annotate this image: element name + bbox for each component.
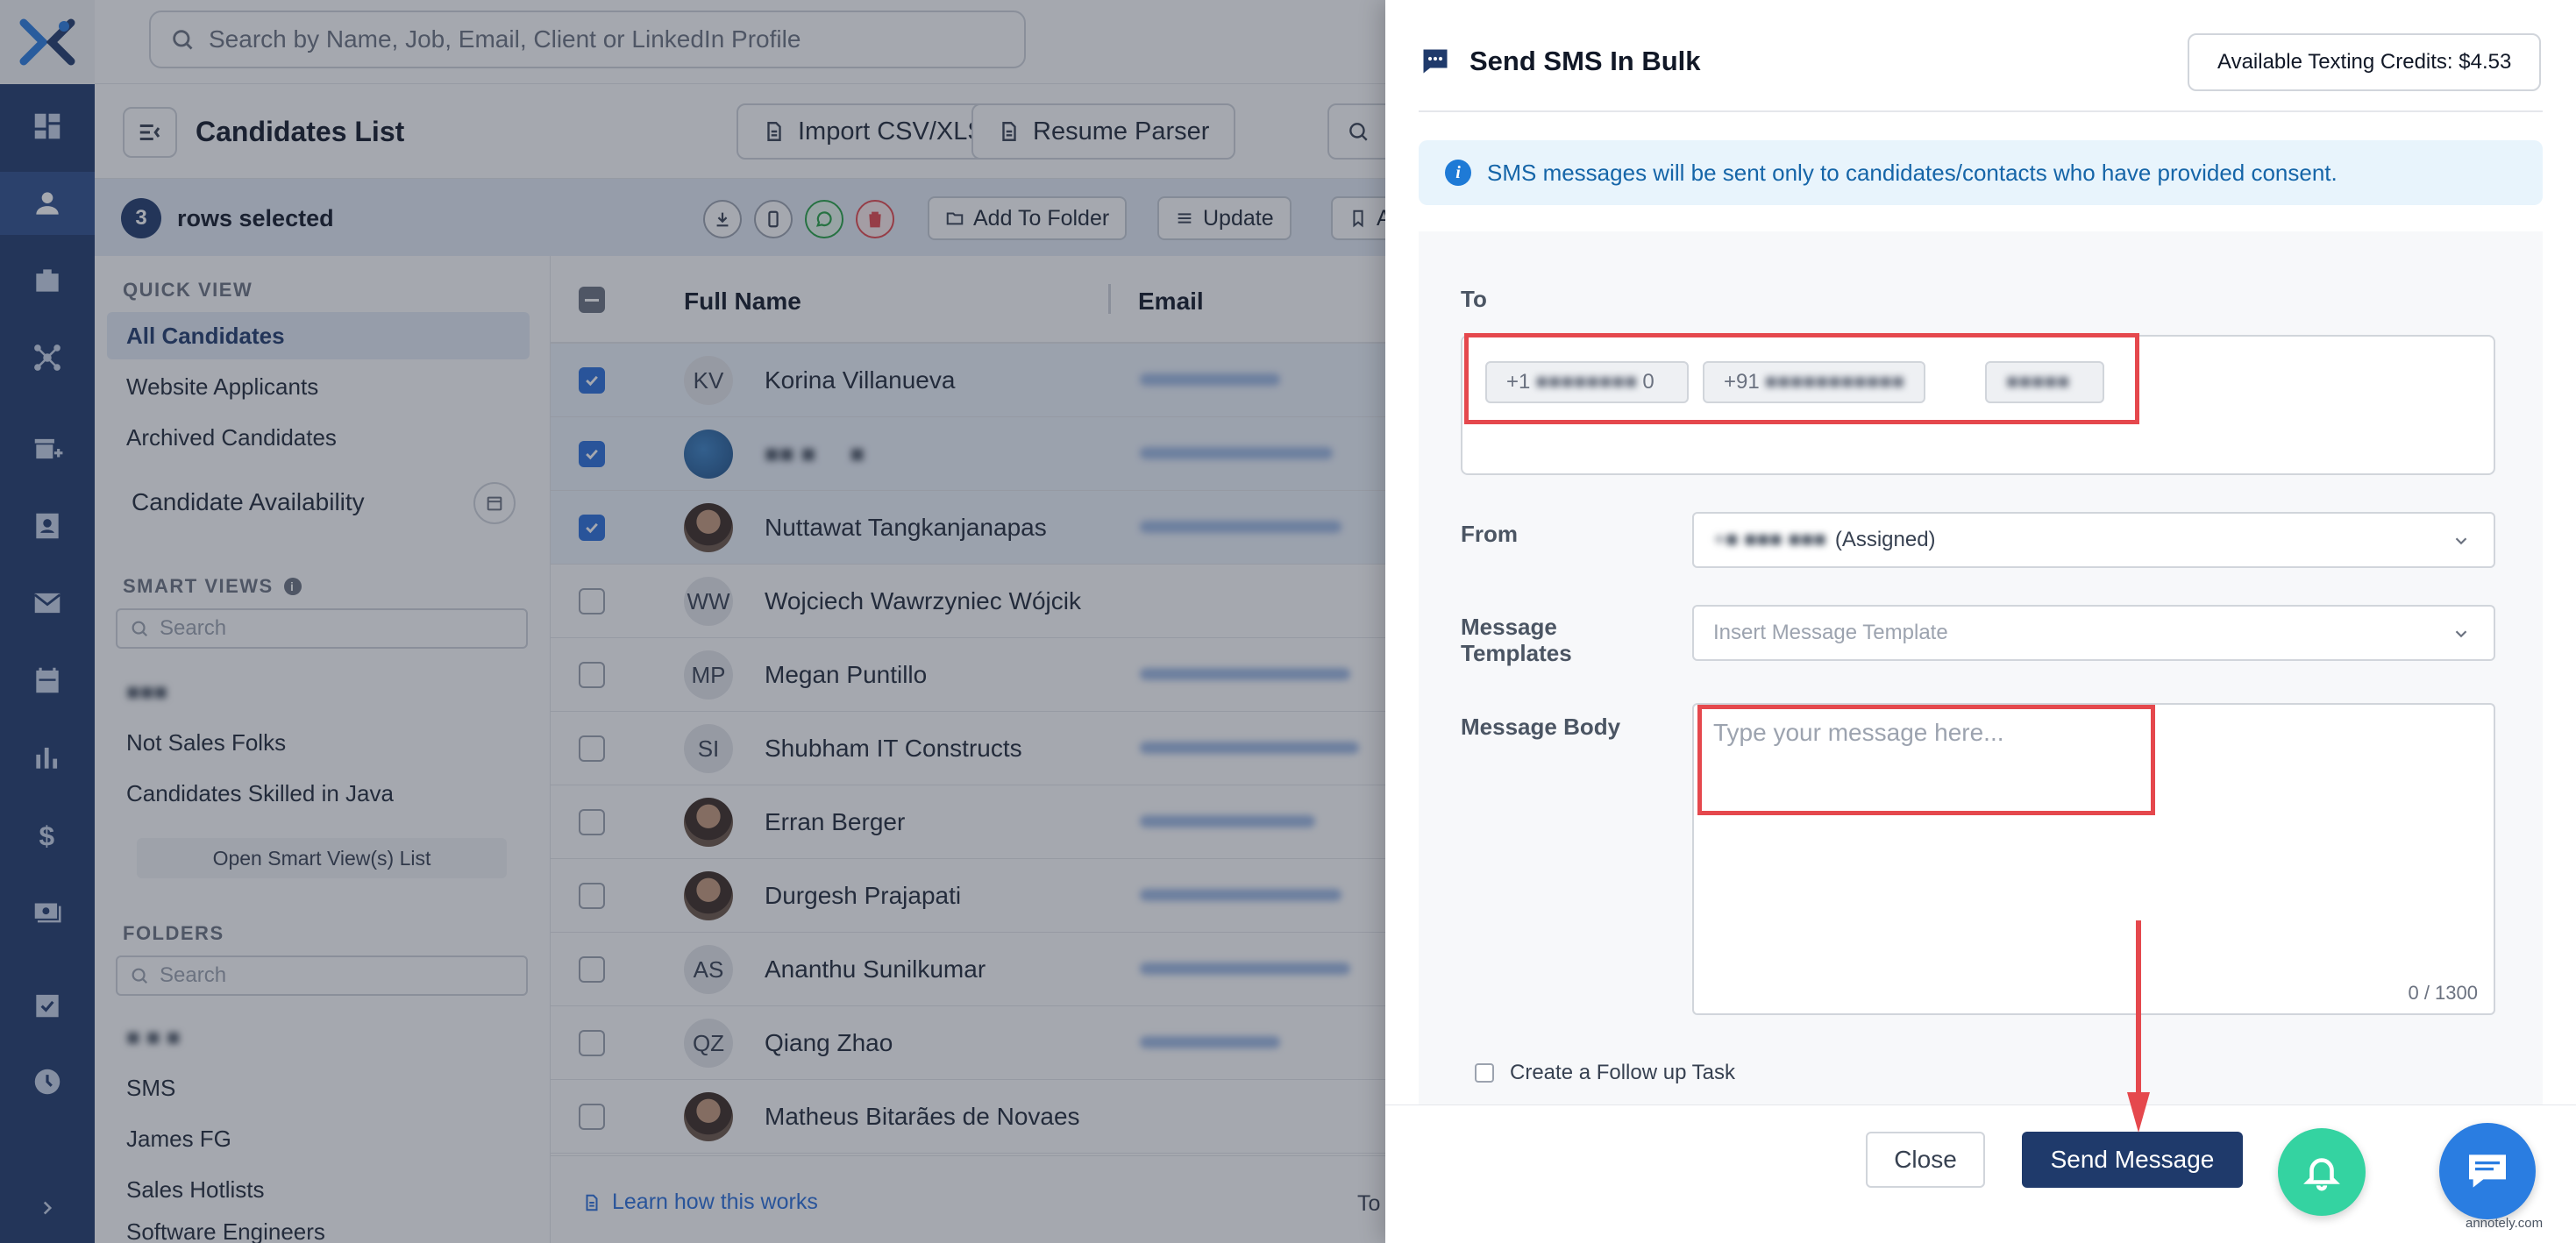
- header-divider: [1419, 110, 2543, 112]
- support-chat-button[interactable]: [2439, 1123, 2536, 1219]
- chevron-down-icon: [2451, 624, 2471, 643]
- message-body-label: Message Body: [1461, 714, 1621, 740]
- send-message-button[interactable]: Send Message: [2022, 1132, 2243, 1188]
- to-label: To: [1461, 286, 1487, 312]
- chat-bubble-icon: [2469, 1154, 2506, 1188]
- notifications-button[interactable]: [2278, 1128, 2366, 1216]
- texting-credits-badge[interactable]: Available Texting Credits: $4.53: [2188, 33, 2542, 91]
- follow-up-checkbox[interactable]: Create a Follow up Task: [1475, 1061, 1735, 1085]
- consent-notice: i SMS messages will be sent only to cand…: [1419, 140, 2543, 205]
- panel-title: Send SMS In Bulk: [1469, 46, 1701, 76]
- templates-label: Message Templates: [1461, 614, 1572, 666]
- modal-backdrop[interactable]: [0, 0, 1385, 1243]
- consent-notice-text: SMS messages will be sent only to candid…: [1487, 159, 2338, 186]
- info-icon: i: [1445, 160, 1471, 186]
- annotation-arrow-icon: [2127, 920, 2150, 1133]
- send-sms-panel: Send SMS In Bulk Available Texting Credi…: [1385, 0, 2576, 1243]
- from-label: From: [1461, 521, 1518, 547]
- from-select-value: (Assigned): [1834, 528, 1936, 551]
- close-button[interactable]: Close: [1866, 1132, 1985, 1188]
- chat-icon: [1423, 49, 1448, 74]
- checkbox-box[interactable]: [1475, 1063, 1494, 1083]
- template-select[interactable]: Insert Message Template: [1692, 605, 2495, 661]
- chevron-down-icon: [2451, 531, 2471, 550]
- annotation-highlight-recipients: [1464, 333, 2139, 424]
- redacted-number: +■ ■■■ ■■■: [1713, 528, 1826, 551]
- character-count: 0 / 1300: [2408, 982, 2478, 1004]
- template-select-placeholder: Insert Message Template: [1713, 621, 1948, 644]
- from-select[interactable]: +■ ■■■ ■■■ (Assigned): [1692, 512, 2495, 568]
- annotation-highlight-message-body: [1697, 705, 2155, 815]
- bell-icon: [2303, 1158, 2340, 1191]
- panel-header: Send SMS In Bulk: [1419, 46, 1701, 77]
- watermark: annotely.com: [2466, 1216, 2544, 1231]
- panel-footer: Close Send Message annotely.com: [1385, 1104, 2576, 1243]
- follow-up-label: Create a Follow up Task: [1510, 1061, 1736, 1084]
